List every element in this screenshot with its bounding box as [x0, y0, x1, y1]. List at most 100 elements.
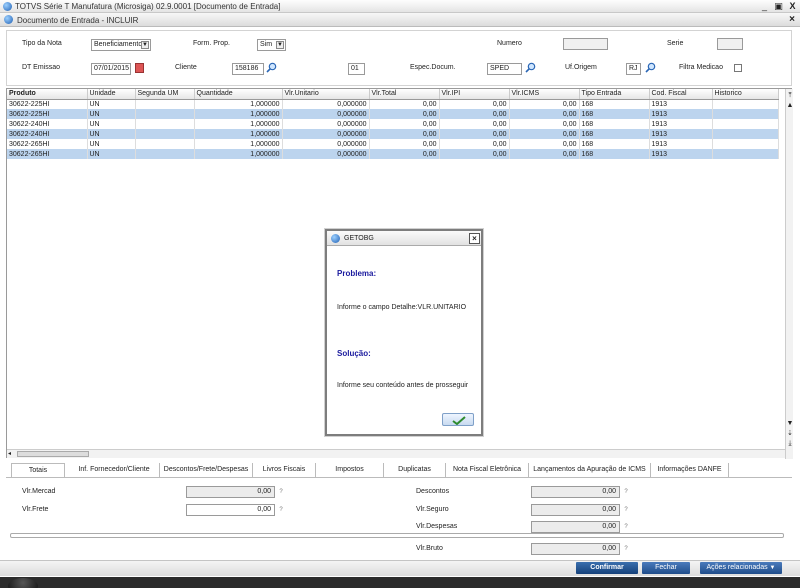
cell-segunda-um[interactable] — [135, 149, 195, 159]
cell-historico[interactable] — [712, 119, 779, 129]
dialog-close-button[interactable]: × — [469, 233, 480, 244]
tab-apuracao-icms[interactable]: Lançamentos da Apuração de ICMS — [529, 463, 651, 477]
cell-vlr-icms[interactable]: 0,00 — [509, 109, 580, 119]
cell-vlr-total[interactable]: 0,00 — [369, 99, 440, 109]
cell-historico[interactable] — [712, 139, 779, 149]
acoes-relacionadas-button[interactable]: Ações relacionadas ▼ — [700, 562, 782, 574]
cell-unidade[interactable]: UN — [87, 139, 136, 149]
uf-origem-input[interactable]: RJ — [626, 63, 641, 75]
table-row[interactable]: 30622-225HI UN 1,000000 0,000000 0,00 0,00 0,0… — [7, 99, 779, 109]
fechar-button[interactable]: Fechar — [642, 562, 690, 574]
help-icon[interactable]: ? — [622, 505, 630, 515]
cell-quantidade[interactable]: 1,000000 — [194, 109, 283, 119]
cell-vlr-icms[interactable]: 0,00 — [509, 149, 580, 159]
cell-vlr-total[interactable]: 0,00 — [369, 129, 440, 139]
cell-unidade[interactable]: UN — [87, 99, 136, 109]
cell-cod-fiscal[interactable]: 1913 — [649, 109, 713, 119]
scroll-left-icon[interactable]: ◂ — [8, 450, 11, 457]
cell-vlr-unitario[interactable]: 0,000000 — [282, 129, 370, 139]
scroll-up-icon[interactable]: ▲ — [786, 101, 794, 110]
calendar-icon[interactable] — [135, 63, 144, 73]
tab-descontos[interactable]: Descontos/Frete/Despesas — [160, 463, 253, 477]
tab-inf-fornecedor[interactable]: Inf. Fornecedor/Cliente — [69, 463, 160, 477]
scroll-down-icon[interactable]: ▼ — [786, 419, 794, 428]
restore-button[interactable]: ▣ — [772, 1, 785, 12]
cell-cod-fiscal[interactable]: 1913 — [649, 129, 713, 139]
cell-produto[interactable]: 30622-240HI — [7, 119, 88, 129]
tab-livros-fiscais[interactable]: Livros Fiscais — [253, 463, 316, 477]
cell-vlr-total[interactable]: 0,00 — [369, 139, 440, 149]
cell-vlr-icms[interactable]: 0,00 — [509, 129, 580, 139]
cell-cod-fiscal[interactable]: 1913 — [649, 99, 713, 109]
cell-vlr-icms[interactable]: 0,00 — [509, 99, 580, 109]
cliente-input[interactable]: 158186 — [232, 63, 264, 75]
tab-informacoes-danfe[interactable]: Informações DANFE — [651, 463, 729, 477]
cell-historico[interactable] — [712, 109, 779, 119]
tab-totais[interactable]: Totais — [11, 463, 65, 477]
cell-quantidade[interactable]: 1,000000 — [194, 149, 283, 159]
cell-produto[interactable]: 30622-240HI — [7, 129, 88, 139]
cell-unidade[interactable]: UN — [87, 109, 136, 119]
cell-unidade[interactable]: UN — [87, 149, 136, 159]
dt-emissao-input[interactable]: 07/01/2015 — [91, 63, 131, 75]
cell-vlr-unitario[interactable]: 0,000000 — [282, 109, 370, 119]
tab-nfe[interactable]: Nota Fiscal Eletrônica — [446, 463, 529, 477]
minimize-button[interactable]: _ — [758, 1, 771, 12]
cell-tipo-entrada[interactable]: 168 — [579, 139, 650, 149]
cell-vlr-ipi[interactable]: 0,00 — [439, 119, 510, 129]
cell-vlr-unitario[interactable]: 0,000000 — [282, 149, 370, 159]
horizontal-scroll-thumb[interactable] — [17, 451, 89, 457]
col-header-vlr-unitario[interactable]: Vlr.Unitario — [282, 89, 370, 100]
scroll-top-icon[interactable]: ⤒ — [786, 91, 794, 100]
cell-vlr-ipi[interactable]: 0,00 — [439, 149, 510, 159]
search-icon[interactable] — [266, 62, 277, 73]
espec-docum-input[interactable]: SPED — [487, 63, 522, 75]
cell-vlr-ipi[interactable]: 0,00 — [439, 139, 510, 149]
form-prop-select[interactable]: Sim ▼ — [257, 39, 286, 51]
cell-cod-fiscal[interactable]: 1913 — [649, 119, 713, 129]
help-icon[interactable]: ? — [622, 522, 630, 532]
cell-historico[interactable] — [712, 99, 779, 109]
cell-segunda-um[interactable] — [135, 109, 195, 119]
cell-tipo-entrada[interactable]: 168 — [579, 119, 650, 129]
col-header-quantidade[interactable]: Quantidade — [194, 89, 283, 100]
col-header-vlr-total[interactable]: Vlr.Total — [369, 89, 440, 100]
cell-segunda-um[interactable] — [135, 119, 195, 129]
cell-cod-fiscal[interactable]: 1913 — [649, 149, 713, 159]
cell-vlr-unitario[interactable]: 0,000000 — [282, 119, 370, 129]
cell-vlr-ipi[interactable]: 0,00 — [439, 99, 510, 109]
form-close-button[interactable]: × — [786, 14, 798, 26]
cell-produto[interactable]: 30622-225HI — [7, 99, 88, 109]
cell-segunda-um[interactable] — [135, 139, 195, 149]
cell-unidade[interactable]: UN — [87, 119, 136, 129]
cell-segunda-um[interactable] — [135, 129, 195, 139]
loja-input[interactable]: 01 — [348, 63, 365, 75]
cell-historico[interactable] — [712, 149, 779, 159]
start-button[interactable] — [8, 578, 38, 588]
scroll-bottom-icon[interactable]: ⤓ — [786, 439, 794, 448]
scroll-page-down-icon[interactable]: ⇣ — [786, 429, 794, 438]
table-row[interactable]: 30622-265HI UN 1,000000 0,000000 0,00 0,00 0,0… — [7, 149, 779, 159]
help-icon[interactable]: ? — [277, 487, 285, 497]
col-header-unidade[interactable]: Unidade — [87, 89, 136, 100]
search-icon[interactable] — [525, 62, 536, 73]
horizontal-scrollbar[interactable]: ◂ — [7, 449, 785, 458]
serie-input[interactable] — [717, 38, 743, 50]
cell-produto[interactable]: 30622-225HI — [7, 109, 88, 119]
cell-produto[interactable]: 30622-265HI — [7, 149, 88, 159]
col-header-produto[interactable]: Produto — [7, 89, 88, 100]
col-header-vlr-ipi[interactable]: Vlr.IPI — [439, 89, 510, 100]
table-row[interactable]: 30622-240HI UN 1,000000 0,000000 0,00 0,00 0,0… — [7, 129, 779, 139]
ok-button[interactable] — [442, 413, 474, 426]
cell-vlr-total[interactable]: 0,00 — [369, 109, 440, 119]
cell-vlr-total[interactable]: 0,00 — [369, 149, 440, 159]
cell-vlr-total[interactable]: 0,00 — [369, 119, 440, 129]
cell-vlr-ipi[interactable]: 0,00 — [439, 129, 510, 139]
cell-vlr-unitario[interactable]: 0,000000 — [282, 99, 370, 109]
cell-quantidade[interactable]: 1,000000 — [194, 99, 283, 109]
tab-duplicatas[interactable]: Duplicatas — [384, 463, 446, 477]
col-header-cod-fiscal[interactable]: Cod. Fiscal — [649, 89, 713, 100]
search-icon[interactable] — [645, 62, 656, 73]
numero-input[interactable] — [563, 38, 608, 50]
cell-tipo-entrada[interactable]: 168 — [579, 99, 650, 109]
